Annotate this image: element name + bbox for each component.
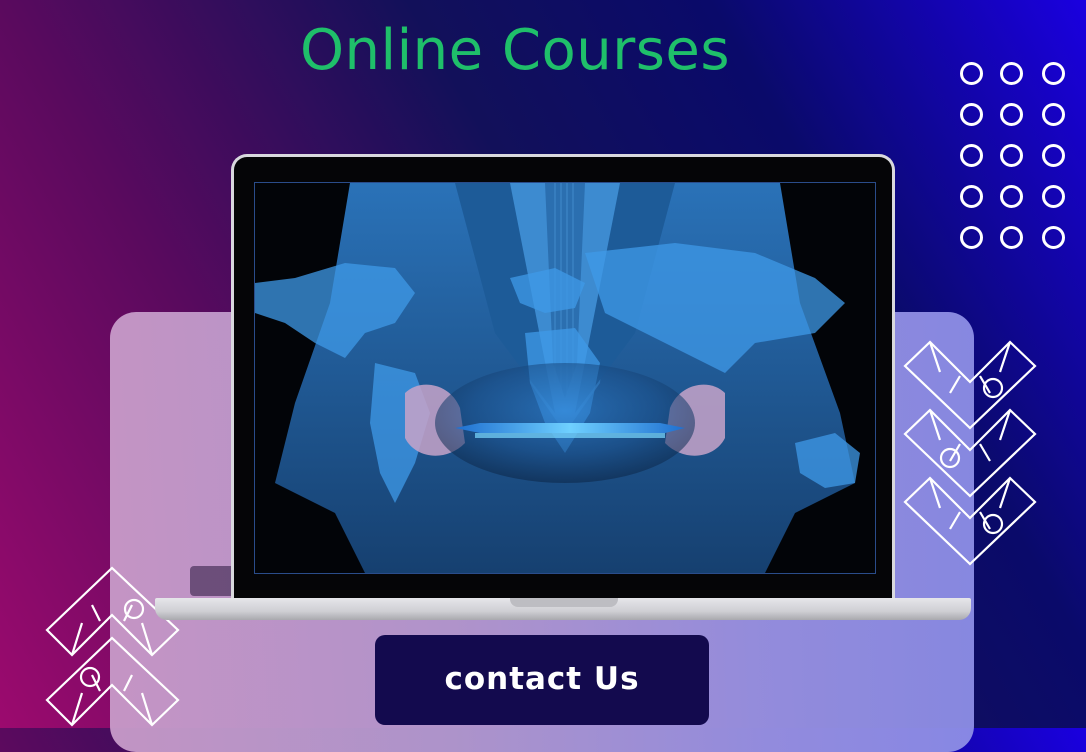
businessman-world-map-image [254, 182, 876, 574]
contact-us-button[interactable]: contact Us [375, 635, 709, 725]
laptop-shadow [190, 566, 234, 596]
chevron-pattern-icon [903, 340, 1037, 566]
arrow-pattern-icon [45, 566, 180, 727]
page-title: Online Courses [299, 18, 731, 83]
laptop-notch [510, 598, 618, 607]
dot-grid-decoration [958, 60, 1070, 252]
laptop-screen [231, 154, 895, 602]
